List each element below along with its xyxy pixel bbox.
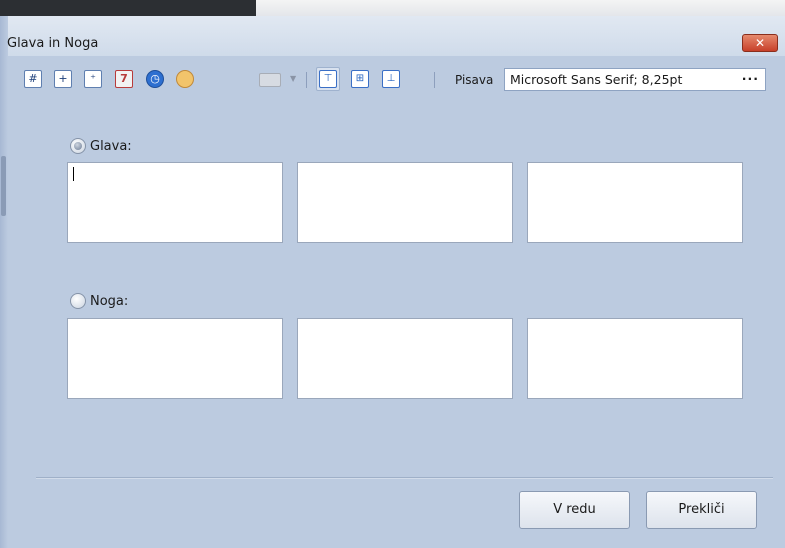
header-radio[interactable] [70, 138, 86, 154]
header-label: Glava: [90, 138, 132, 154]
header-right-field[interactable] [527, 162, 743, 243]
footer-left-field[interactable] [67, 318, 283, 399]
align-middle-icon[interactable]: ⊞ [351, 70, 369, 88]
date-icon[interactable]: 7 [115, 70, 133, 88]
footer-radio-row[interactable]: Noga: [70, 291, 128, 311]
text-caret [73, 167, 74, 181]
left-edge-scrollbar[interactable] [0, 16, 8, 548]
toolbar-separator [434, 72, 435, 88]
page-number-icon[interactable]: # [24, 70, 42, 88]
header-left-field[interactable] [67, 162, 283, 243]
page-count-icon[interactable]: + [54, 70, 72, 88]
title-bar [0, 16, 785, 56]
header-radio-row[interactable]: Glava: [70, 136, 132, 156]
toolbar-separator [306, 72, 307, 88]
align-bottom-icon[interactable]: ⊥ [382, 70, 400, 88]
dialog-window [0, 16, 785, 548]
cancel-button[interactable]: Prekliči [646, 491, 757, 529]
background-dark-area [0, 0, 256, 16]
font-label: Pisava [455, 73, 494, 87]
time-icon[interactable]: ◷ [146, 70, 164, 88]
close-button[interactable]: ✕ [742, 34, 778, 52]
align-top-icon[interactable]: ⊤ [319, 70, 337, 88]
page-of-icon[interactable]: ⁺ [84, 70, 102, 88]
chevron-down-icon[interactable]: ▼ [290, 74, 296, 83]
ok-button[interactable]: V redu [519, 491, 630, 529]
footer-center-field[interactable] [297, 318, 513, 399]
header-center-field[interactable] [297, 162, 513, 243]
divider-highlight [36, 478, 773, 479]
user-icon[interactable] [176, 70, 194, 88]
font-field[interactable]: Microsoft Sans Serif; 8,25pt ··· [504, 68, 766, 91]
scroll-thumb[interactable] [1, 156, 6, 216]
font-more-button[interactable]: ··· [742, 68, 759, 89]
font-value: Microsoft Sans Serif; 8,25pt [510, 72, 683, 87]
background-strip [0, 0, 785, 16]
dialog-title: Glava in Noga [7, 36, 99, 51]
footer-right-field[interactable] [527, 318, 743, 399]
footer-radio[interactable] [70, 293, 86, 309]
toolbar: # + ⁺ 7 ◷ ▼ ⊤ ⊞ ⊥ Pisava Microsoft Sans … [14, 66, 785, 94]
footer-label: Noga: [90, 293, 129, 309]
picture-icon[interactable] [259, 73, 281, 87]
